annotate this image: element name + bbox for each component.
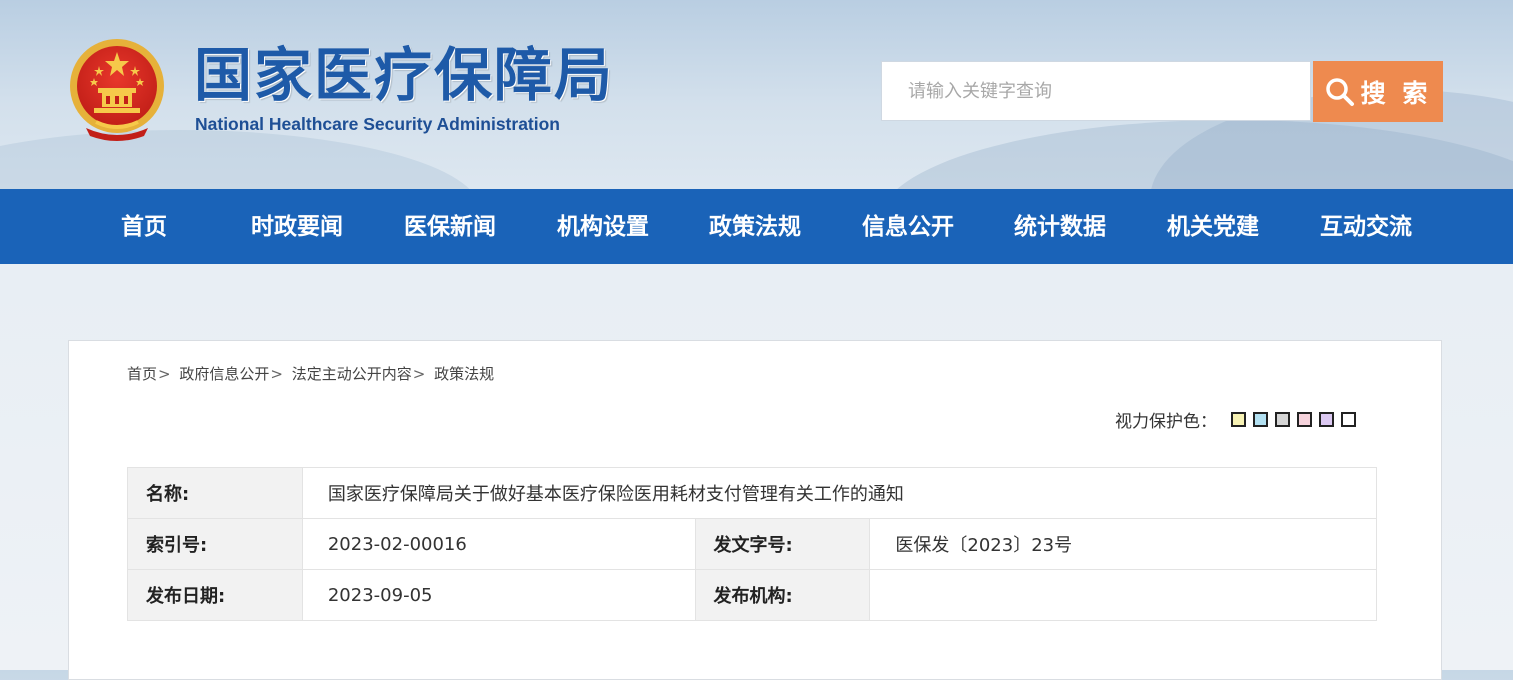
- breadcrumb: 首页> 政府信息公开> 法定主动公开内容> 政策法规: [127, 365, 495, 383]
- meta-label-org: 发布机构:: [694, 569, 871, 621]
- breadcrumb-item-statutory[interactable]: 法定主动公开内容: [292, 365, 412, 383]
- search-input[interactable]: [882, 62, 1310, 120]
- meta-label-index: 索引号:: [127, 518, 303, 570]
- nav-item-current-affairs[interactable]: 时政要闻: [251, 189, 343, 264]
- eye-care-swatch-pink[interactable]: [1297, 412, 1312, 427]
- meta-row-name: 名称: 国家医疗保障局关于做好基本医疗保险医用耗材支付管理有关工作的通知: [127, 467, 1378, 519]
- breadcrumb-item-home[interactable]: 首页: [127, 365, 157, 383]
- nav-item-interaction[interactable]: 互动交流: [1320, 189, 1412, 264]
- breadcrumb-item-policies[interactable]: 政策法规: [434, 365, 494, 383]
- main-nav: 首页 时政要闻 医保新闻 机构设置 政策法规 信息公开 统计数据 机关党建 互动…: [0, 189, 1513, 264]
- nav-item-healthcare-news[interactable]: 医保新闻: [404, 189, 496, 264]
- eye-care-swatch-gray[interactable]: [1275, 412, 1290, 427]
- meta-value-index: 2023-02-00016: [301, 518, 696, 570]
- nav-item-statistics[interactable]: 统计数据: [1014, 189, 1106, 264]
- search-button-label: 搜 索: [1360, 78, 1432, 108]
- search-icon: [1325, 77, 1354, 106]
- nav-item-home[interactable]: 首页: [121, 189, 167, 264]
- meta-label-date: 发布日期:: [127, 569, 303, 621]
- document-meta-table: 名称: 国家医疗保障局关于做好基本医疗保险医用耗材支付管理有关工作的通知 索引号…: [127, 467, 1378, 621]
- meta-label-name: 名称:: [127, 467, 303, 519]
- meta-value-org: [869, 569, 1377, 621]
- nav-item-policies[interactable]: 政策法规: [709, 189, 801, 264]
- nav-item-organization[interactable]: 机构设置: [557, 189, 649, 264]
- search-button[interactable]: 搜 索: [1313, 61, 1443, 122]
- eye-care-swatch-white[interactable]: [1341, 412, 1356, 427]
- nav-item-party-building[interactable]: 机关党建: [1167, 189, 1259, 264]
- eye-care-swatch-blue[interactable]: [1253, 412, 1268, 427]
- search-box: [881, 61, 1311, 121]
- eye-care-label: 视力保护色：: [1115, 412, 1217, 432]
- header: 国家医疗保障局 National Healthcare Security Adm…: [0, 0, 1513, 189]
- meta-value-date: 2023-09-05: [301, 569, 696, 621]
- site-title-english: National Healthcare Security Administrat…: [195, 114, 560, 134]
- nav-item-info-disclosure[interactable]: 信息公开: [862, 189, 954, 264]
- meta-value-doc-no: 医保发〔2023〕23号: [869, 518, 1377, 570]
- eye-care-color-picker: 视力保护色：: [1115, 407, 1363, 432]
- eye-care-swatch-purple[interactable]: [1319, 412, 1334, 427]
- meta-label-doc-no: 发文字号:: [694, 518, 871, 570]
- national-emblem-logo[interactable]: [66, 36, 168, 142]
- meta-value-name: 国家医疗保障局关于做好基本医疗保险医用耗材支付管理有关工作的通知: [301, 467, 1378, 519]
- site-title[interactable]: 国家医疗保障局: [194, 40, 614, 110]
- eye-care-swatch-yellow[interactable]: [1231, 412, 1246, 427]
- meta-row-index: 索引号: 2023-02-00016 发文字号: 医保发〔2023〕23号: [127, 518, 1377, 570]
- meta-row-date: 发布日期: 2023-09-05 发布机构:: [127, 569, 1377, 621]
- content-card: 首页> 政府信息公开> 法定主动公开内容> 政策法规 视力保护色： 名称: 国家…: [68, 340, 1442, 680]
- breadcrumb-item-gov-info[interactable]: 政府信息公开: [179, 365, 269, 383]
